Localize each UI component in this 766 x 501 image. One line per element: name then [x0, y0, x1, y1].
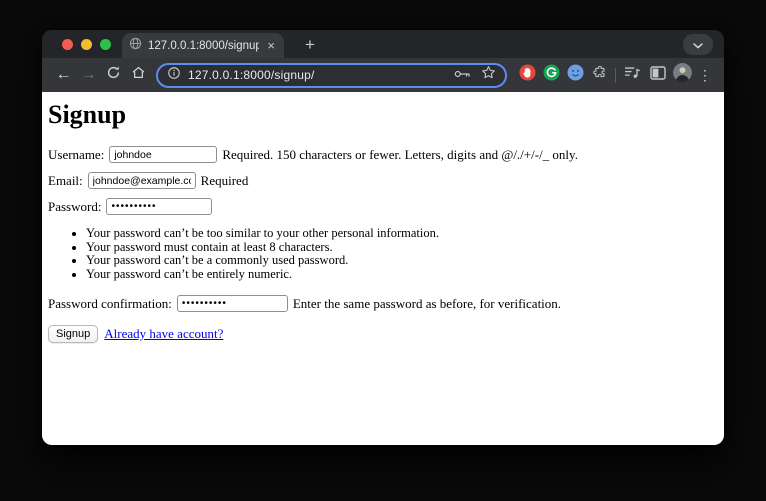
username-row: Username: Required. 150 characters or fe…	[48, 146, 718, 163]
email-label: Email:	[48, 173, 83, 189]
info-icon[interactable]	[167, 66, 181, 85]
email-row: Email: Required	[48, 172, 718, 189]
browser-toolbar: ← → 127.0.0.1:8000/signup/	[42, 58, 724, 92]
browser-menu-button[interactable]: ⋮	[695, 62, 715, 88]
extension-face-button[interactable]	[563, 62, 587, 88]
password-confirmation-helper: Enter the same password as before, for v…	[293, 296, 561, 312]
password-row: Password:	[48, 198, 718, 215]
login-link[interactable]: Already have account?	[104, 326, 223, 342]
extensions-menu-button[interactable]	[587, 62, 611, 88]
window-maximize-button[interactable]	[100, 39, 111, 50]
new-tab-button[interactable]: +	[298, 33, 322, 57]
email-helper: Required	[201, 173, 249, 189]
username-helper: Required. 150 characters or fewer. Lette…	[222, 147, 578, 163]
side-panel-icon	[650, 66, 666, 85]
traffic-lights	[62, 39, 111, 50]
browser-window: 127.0.0.1:8000/signup/ × + ← →	[42, 30, 724, 445]
back-button[interactable]: ←	[51, 62, 76, 88]
window-minimize-button[interactable]	[81, 39, 92, 50]
address-bar[interactable]: 127.0.0.1:8000/signup/	[156, 63, 507, 88]
hand-extension-icon	[519, 64, 536, 86]
window-close-button[interactable]	[62, 39, 73, 50]
password-rule: Your password can’t be too similar to yo…	[86, 227, 718, 241]
tab-overflow-button[interactable]	[683, 34, 713, 55]
tab-close-icon[interactable]: ×	[265, 39, 277, 52]
username-input[interactable]	[109, 146, 217, 163]
email-input[interactable]	[88, 172, 196, 189]
tab-strip: 127.0.0.1:8000/signup/ × +	[42, 30, 724, 58]
page-title: Signup	[48, 100, 718, 130]
password-confirmation-row: Password confirmation: Enter the same pa…	[48, 295, 718, 312]
password-rule: Your password must contain at least 8 ch…	[86, 241, 718, 255]
toolbar-separator	[615, 68, 616, 83]
key-icon[interactable]	[454, 66, 471, 84]
password-input[interactable]	[106, 198, 212, 215]
tab-title: 127.0.0.1:8000/signup/	[148, 40, 259, 52]
home-button[interactable]	[126, 62, 151, 88]
extension-grammarly-button[interactable]	[539, 62, 563, 88]
forward-button[interactable]: →	[76, 62, 101, 88]
reload-button[interactable]	[101, 62, 126, 88]
password-rule: Your password can’t be entirely numeric.	[86, 268, 718, 282]
grammarly-extension-icon	[543, 64, 560, 86]
password-confirmation-input[interactable]	[177, 295, 288, 312]
home-icon	[131, 65, 146, 85]
reload-icon	[106, 65, 121, 85]
password-rules-list: Your password can’t be too similar to yo…	[48, 227, 718, 281]
profile-button[interactable]	[670, 62, 695, 88]
chevron-down-icon	[693, 36, 703, 54]
password-confirmation-label: Password confirmation:	[48, 296, 172, 312]
signup-button[interactable]: Signup	[48, 325, 98, 343]
media-controls-icon	[624, 66, 641, 84]
globe-favicon	[129, 37, 142, 55]
action-row: Signup Already have account?	[48, 325, 718, 343]
password-rule: Your password can’t be a commonly used p…	[86, 254, 718, 268]
side-panel-button[interactable]	[645, 62, 670, 88]
page-content: Signup Username: Required. 150 character…	[42, 92, 724, 445]
face-extension-icon	[567, 64, 584, 86]
username-label: Username:	[48, 147, 104, 163]
avatar	[673, 63, 692, 87]
extension-hand-button[interactable]	[515, 62, 539, 88]
star-icon[interactable]	[481, 65, 496, 85]
password-label: Password:	[48, 199, 101, 215]
url-text[interactable]: 127.0.0.1:8000/signup/	[188, 68, 447, 82]
puzzle-icon	[591, 65, 607, 86]
browser-tab[interactable]: 127.0.0.1:8000/signup/ ×	[122, 33, 284, 58]
media-controls-button[interactable]	[620, 62, 645, 88]
